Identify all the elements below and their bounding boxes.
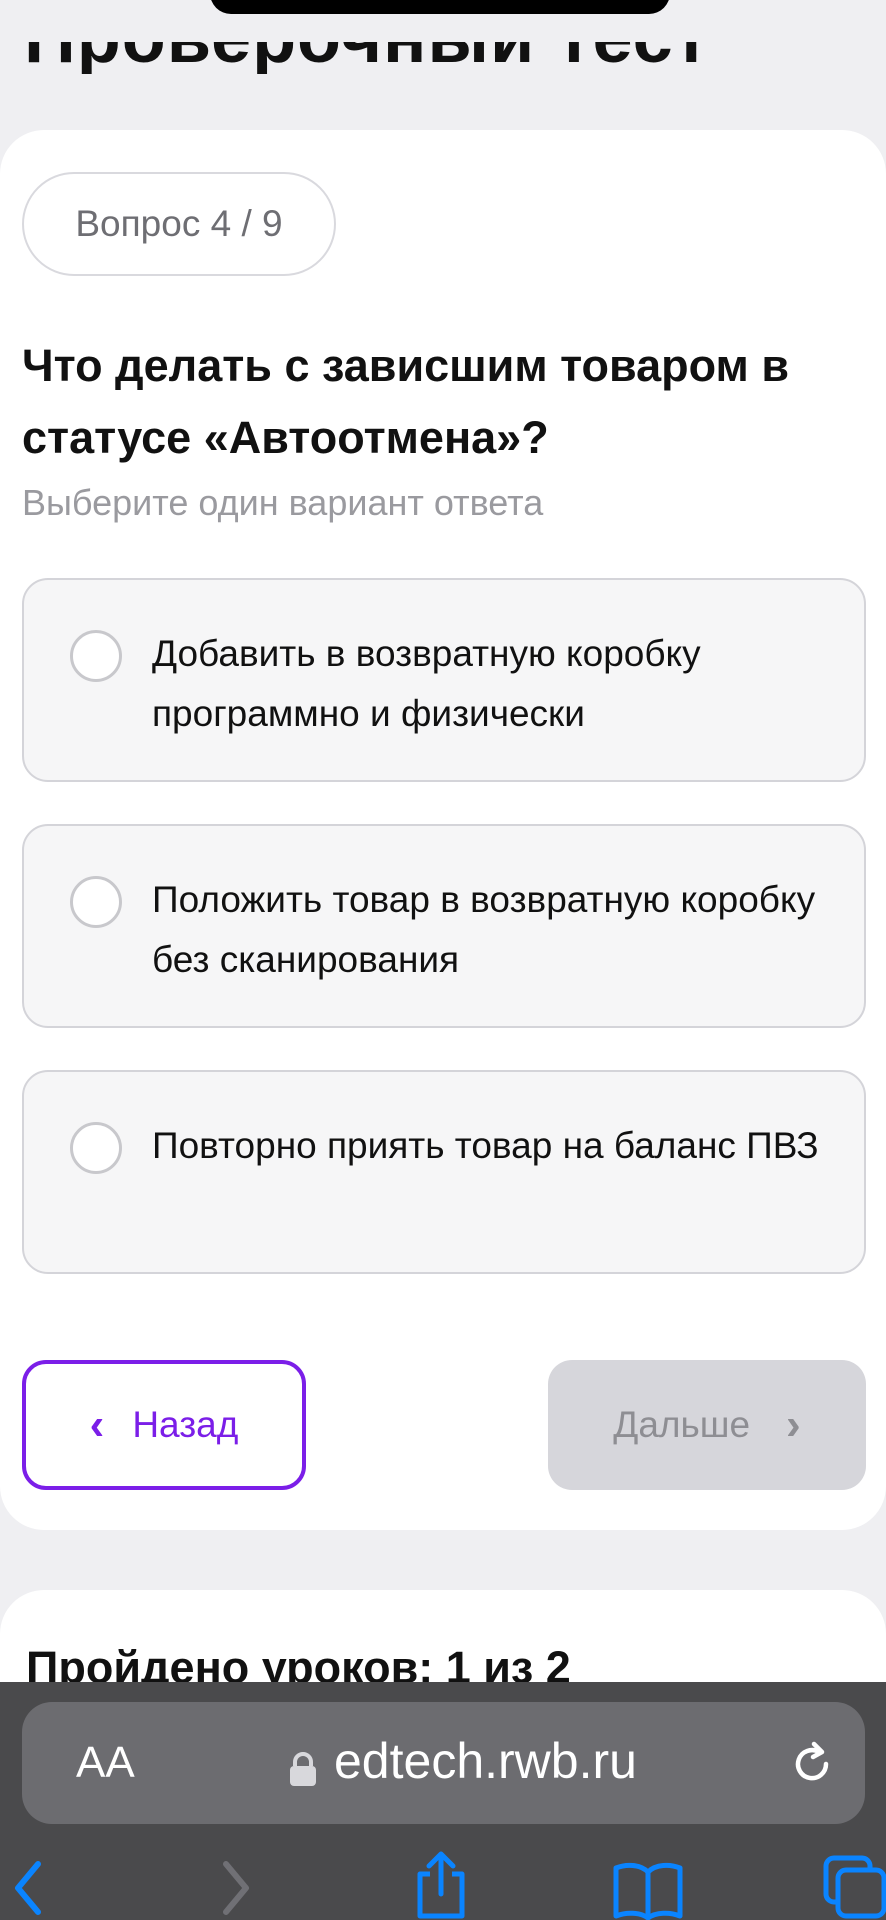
chevron-right-icon: › [786,1400,801,1449]
page-header: Проверочный тест [0,0,886,130]
radio-button[interactable] [70,1122,122,1174]
answer-option-2[interactable]: Положить товар в возвратную коробку без … [22,824,866,1028]
next-button[interactable]: Дальше › [548,1360,866,1490]
answer-option-label: Положить товар в возвратную коробку без … [152,879,816,980]
share-icon[interactable] [412,1850,470,1920]
forward-arrow-icon[interactable] [218,1858,254,1918]
back-arrow-icon[interactable] [10,1858,46,1918]
question-title: Что делать с зависшим товаром в статусе … [22,340,789,463]
lock-icon [290,1752,316,1786]
answer-option-label: Повторно приять товар на баланс ПВЗ [152,1125,819,1166]
address-bar[interactable]: AA edtech.rwb.ru [22,1702,865,1824]
next-button-label: Дальше [613,1404,751,1445]
url-text: edtech.rwb.ru [334,1733,637,1789]
browser-bottom-bar: AA edtech.rwb.ru [0,1682,886,1920]
answer-option-label: Добавить в возвратную коробку программно… [152,633,701,734]
radio-button[interactable] [70,876,122,928]
question-card: Вопрос 4 / 9 Что делать с зависшим товар… [0,130,886,1530]
answer-option-3[interactable]: Повторно приять товар на баланс ПВЗ [22,1070,866,1274]
question-hint: Выберите один вариант ответа [22,482,544,523]
answer-option-1[interactable]: Добавить в возвратную коробку программно… [22,578,866,782]
question-counter-badge: Вопрос 4 / 9 [22,172,336,276]
dynamic-island [210,0,670,14]
bookmarks-icon[interactable] [612,1860,684,1920]
radio-button[interactable] [70,630,122,682]
back-button[interactable]: ‹ Назад [22,1360,306,1490]
back-button-label: Назад [132,1404,239,1445]
chevron-left-icon: ‹ [89,1400,105,1449]
reload-icon[interactable] [786,1738,838,1790]
text-size-button[interactable]: AA [76,1738,135,1788]
tabs-icon[interactable] [822,1854,886,1920]
